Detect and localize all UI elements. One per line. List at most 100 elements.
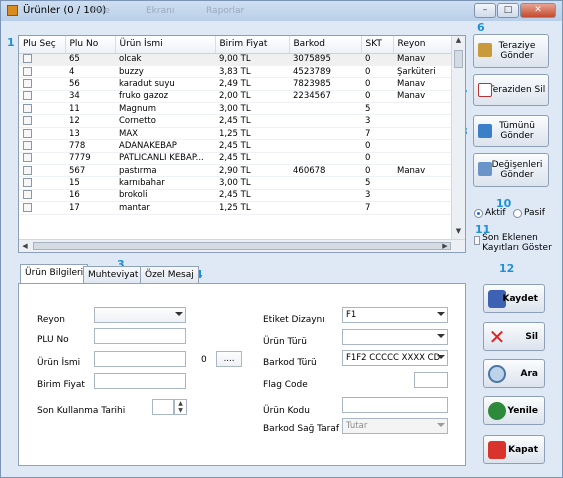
col-plu-no[interactable]: Plu No bbox=[65, 36, 116, 54]
table-row[interactable]: 4 buzzy 3,83 TL 4523789 0 Şarküteri bbox=[19, 65, 451, 79]
table-cell: PATLICANLI KEBAP... bbox=[115, 152, 215, 166]
save-button[interactable]: Kaydet bbox=[483, 284, 545, 313]
table-row[interactable]: 34 fruko gazoz 2,00 TL 2234567 0 Manav bbox=[19, 90, 451, 104]
row-select-cell[interactable] bbox=[19, 53, 65, 66]
grid-vertical-scrollbar[interactable]: ▲ ▼ bbox=[451, 36, 465, 239]
row-checkbox[interactable] bbox=[23, 165, 32, 175]
row-checkbox[interactable] bbox=[23, 202, 32, 212]
row-select-cell[interactable] bbox=[19, 90, 65, 104]
chevron-down-icon bbox=[175, 312, 183, 316]
minimize-button[interactable]: – bbox=[474, 3, 496, 18]
row-select-cell[interactable] bbox=[19, 189, 65, 203]
skt-stepper[interactable]: ▲ ▼ bbox=[174, 399, 187, 415]
row-checkbox[interactable] bbox=[23, 91, 32, 101]
plu-no-label: PLU No bbox=[37, 335, 69, 345]
table-cell bbox=[289, 189, 361, 203]
row-select-cell[interactable] bbox=[19, 176, 65, 190]
col-barkod[interactable]: Barkod bbox=[289, 36, 362, 54]
table-row[interactable]: 11 Magnum 3,00 TL 5 bbox=[19, 102, 451, 116]
table-row[interactable]: 13 MAX 1,25 TL 7 bbox=[19, 127, 451, 141]
products-grid[interactable]: Plu Seç Plu No Ürün İsmi Birim Fiyat Bar… bbox=[18, 35, 466, 253]
ellipsis-button[interactable]: .... bbox=[216, 351, 242, 367]
col-plu-sec[interactable]: Plu Seç bbox=[19, 36, 66, 54]
scroll-up-icon[interactable]: ▲ bbox=[452, 36, 465, 48]
birim-fiyat-label: Birim Fiyat bbox=[37, 380, 85, 390]
table-row[interactable]: 12 Cornetto 2,45 TL 3 bbox=[19, 114, 451, 128]
table-row[interactable]: 16 brokoli 2,45 TL 3 bbox=[19, 189, 451, 203]
refresh-button[interactable]: Yenile bbox=[483, 396, 545, 425]
table-cell: 2,45 TL bbox=[215, 189, 289, 203]
close-button[interactable]: Kapat bbox=[483, 435, 545, 464]
row-checkbox[interactable] bbox=[23, 78, 32, 88]
row-select-cell[interactable] bbox=[19, 201, 65, 215]
table-cell: 2,49 TL bbox=[215, 77, 289, 91]
vertical-scroll-thumb[interactable] bbox=[454, 50, 463, 68]
table-row[interactable]: 56 karadut suyu 2,49 TL 7823985 0 Manav bbox=[19, 77, 451, 91]
table-row[interactable]: 7779 PATLICANLI KEBAP... 2,45 TL 0 bbox=[19, 152, 451, 166]
row-select-cell[interactable] bbox=[19, 114, 65, 128]
etiket-dizayni-select[interactable]: F1 bbox=[342, 307, 448, 323]
table-cell bbox=[393, 189, 451, 203]
col-reyon[interactable]: Reyon bbox=[393, 36, 452, 54]
active-radio[interactable]: Aktif bbox=[474, 208, 506, 218]
plu-no-field[interactable] bbox=[94, 328, 186, 344]
maximize-button[interactable]: □ bbox=[497, 3, 519, 18]
search-button[interactable]: Ara bbox=[483, 359, 545, 388]
row-checkbox[interactable] bbox=[23, 54, 32, 64]
row-checkbox[interactable] bbox=[23, 153, 32, 163]
scroll-left-icon[interactable]: ◀ bbox=[19, 240, 31, 252]
row-select-cell[interactable] bbox=[19, 164, 65, 178]
row-checkbox[interactable] bbox=[23, 190, 32, 200]
send-all-button[interactable]: Tümünü Gönder bbox=[473, 115, 549, 147]
row-checkbox[interactable] bbox=[23, 140, 32, 150]
close-window-button[interactable]: ✕ bbox=[520, 3, 556, 18]
row-select-cell[interactable] bbox=[19, 65, 65, 79]
table-row[interactable]: 17 mantar 1,25 TL 7 bbox=[19, 201, 451, 215]
show-recent-checkbox[interactable]: Son Eklenen Kayıtları Göster bbox=[474, 233, 558, 253]
table-cell: 2234567 bbox=[289, 90, 361, 104]
row-checkbox[interactable] bbox=[23, 178, 32, 188]
tab-contents[interactable]: Muhteviyat bbox=[83, 266, 144, 284]
barkod-sag-select[interactable]: Tutar bbox=[342, 418, 448, 434]
send-changed-button[interactable]: Değişenleri Gönder bbox=[473, 153, 549, 187]
table-cell bbox=[289, 127, 361, 141]
row-select-cell[interactable] bbox=[19, 127, 65, 141]
tab-special-message[interactable]: Özel Mesaj bbox=[140, 266, 199, 284]
row-select-cell[interactable] bbox=[19, 139, 65, 153]
etiket-dizayni-label: Etiket Dizaynı bbox=[263, 315, 325, 325]
tab-product-info[interactable]: Ürün Bilgileri bbox=[20, 264, 89, 284]
col-skt[interactable]: SKT bbox=[361, 36, 394, 54]
scroll-down-icon[interactable]: ▼ bbox=[452, 227, 465, 239]
row-checkbox[interactable] bbox=[23, 66, 32, 76]
table-row[interactable]: 15 karnıbahar 3,00 TL 5 bbox=[19, 176, 451, 190]
row-checkbox[interactable] bbox=[23, 116, 32, 126]
col-birim-fiyat[interactable]: Birim Fiyat bbox=[215, 36, 290, 54]
col-urun-ismi[interactable]: Ürün İsmi bbox=[115, 36, 216, 54]
delete-button[interactable]: ✕ Sil bbox=[483, 322, 545, 351]
row-select-cell[interactable] bbox=[19, 102, 65, 116]
urun-ismi-field[interactable] bbox=[94, 351, 186, 367]
table-row[interactable]: 567 pastırma 2,90 TL 460678 0 Manav bbox=[19, 164, 451, 178]
table-cell: Manav bbox=[393, 53, 451, 66]
grid-horizontal-scrollbar[interactable]: ◀ ▶ bbox=[19, 239, 465, 252]
scroll-right-icon[interactable]: ▶ bbox=[439, 240, 451, 252]
urun-kodu-field[interactable] bbox=[342, 397, 448, 413]
reyon-select[interactable] bbox=[94, 307, 186, 323]
passive-radio[interactable]: Pasif bbox=[513, 208, 545, 218]
send-to-scale-button[interactable]: Teraziye Gönder bbox=[473, 34, 549, 68]
power-icon bbox=[488, 441, 506, 459]
table-row[interactable]: 65 olcak 9,00 TL 3075895 0 Manav bbox=[19, 53, 451, 66]
skt-input[interactable] bbox=[152, 399, 174, 415]
row-checkbox[interactable] bbox=[23, 128, 32, 138]
flag-code-field[interactable] bbox=[414, 372, 448, 388]
table-row[interactable]: 778 ADANAKEBAP 2,45 TL 0 bbox=[19, 139, 451, 153]
birim-fiyat-field[interactable] bbox=[94, 373, 186, 389]
barkod-turu-select[interactable]: F1F2 CCCCC XXXX CD bbox=[342, 350, 448, 366]
horizontal-scroll-thumb[interactable] bbox=[33, 242, 451, 250]
delete-from-scale-button[interactable]: Teraziden Sil bbox=[473, 74, 549, 106]
urun-turu-select[interactable] bbox=[342, 329, 448, 345]
row-select-cell[interactable] bbox=[19, 152, 65, 166]
row-checkbox[interactable] bbox=[23, 103, 32, 113]
flag-code-label: Flag Code bbox=[263, 380, 308, 390]
row-select-cell[interactable] bbox=[19, 77, 65, 91]
